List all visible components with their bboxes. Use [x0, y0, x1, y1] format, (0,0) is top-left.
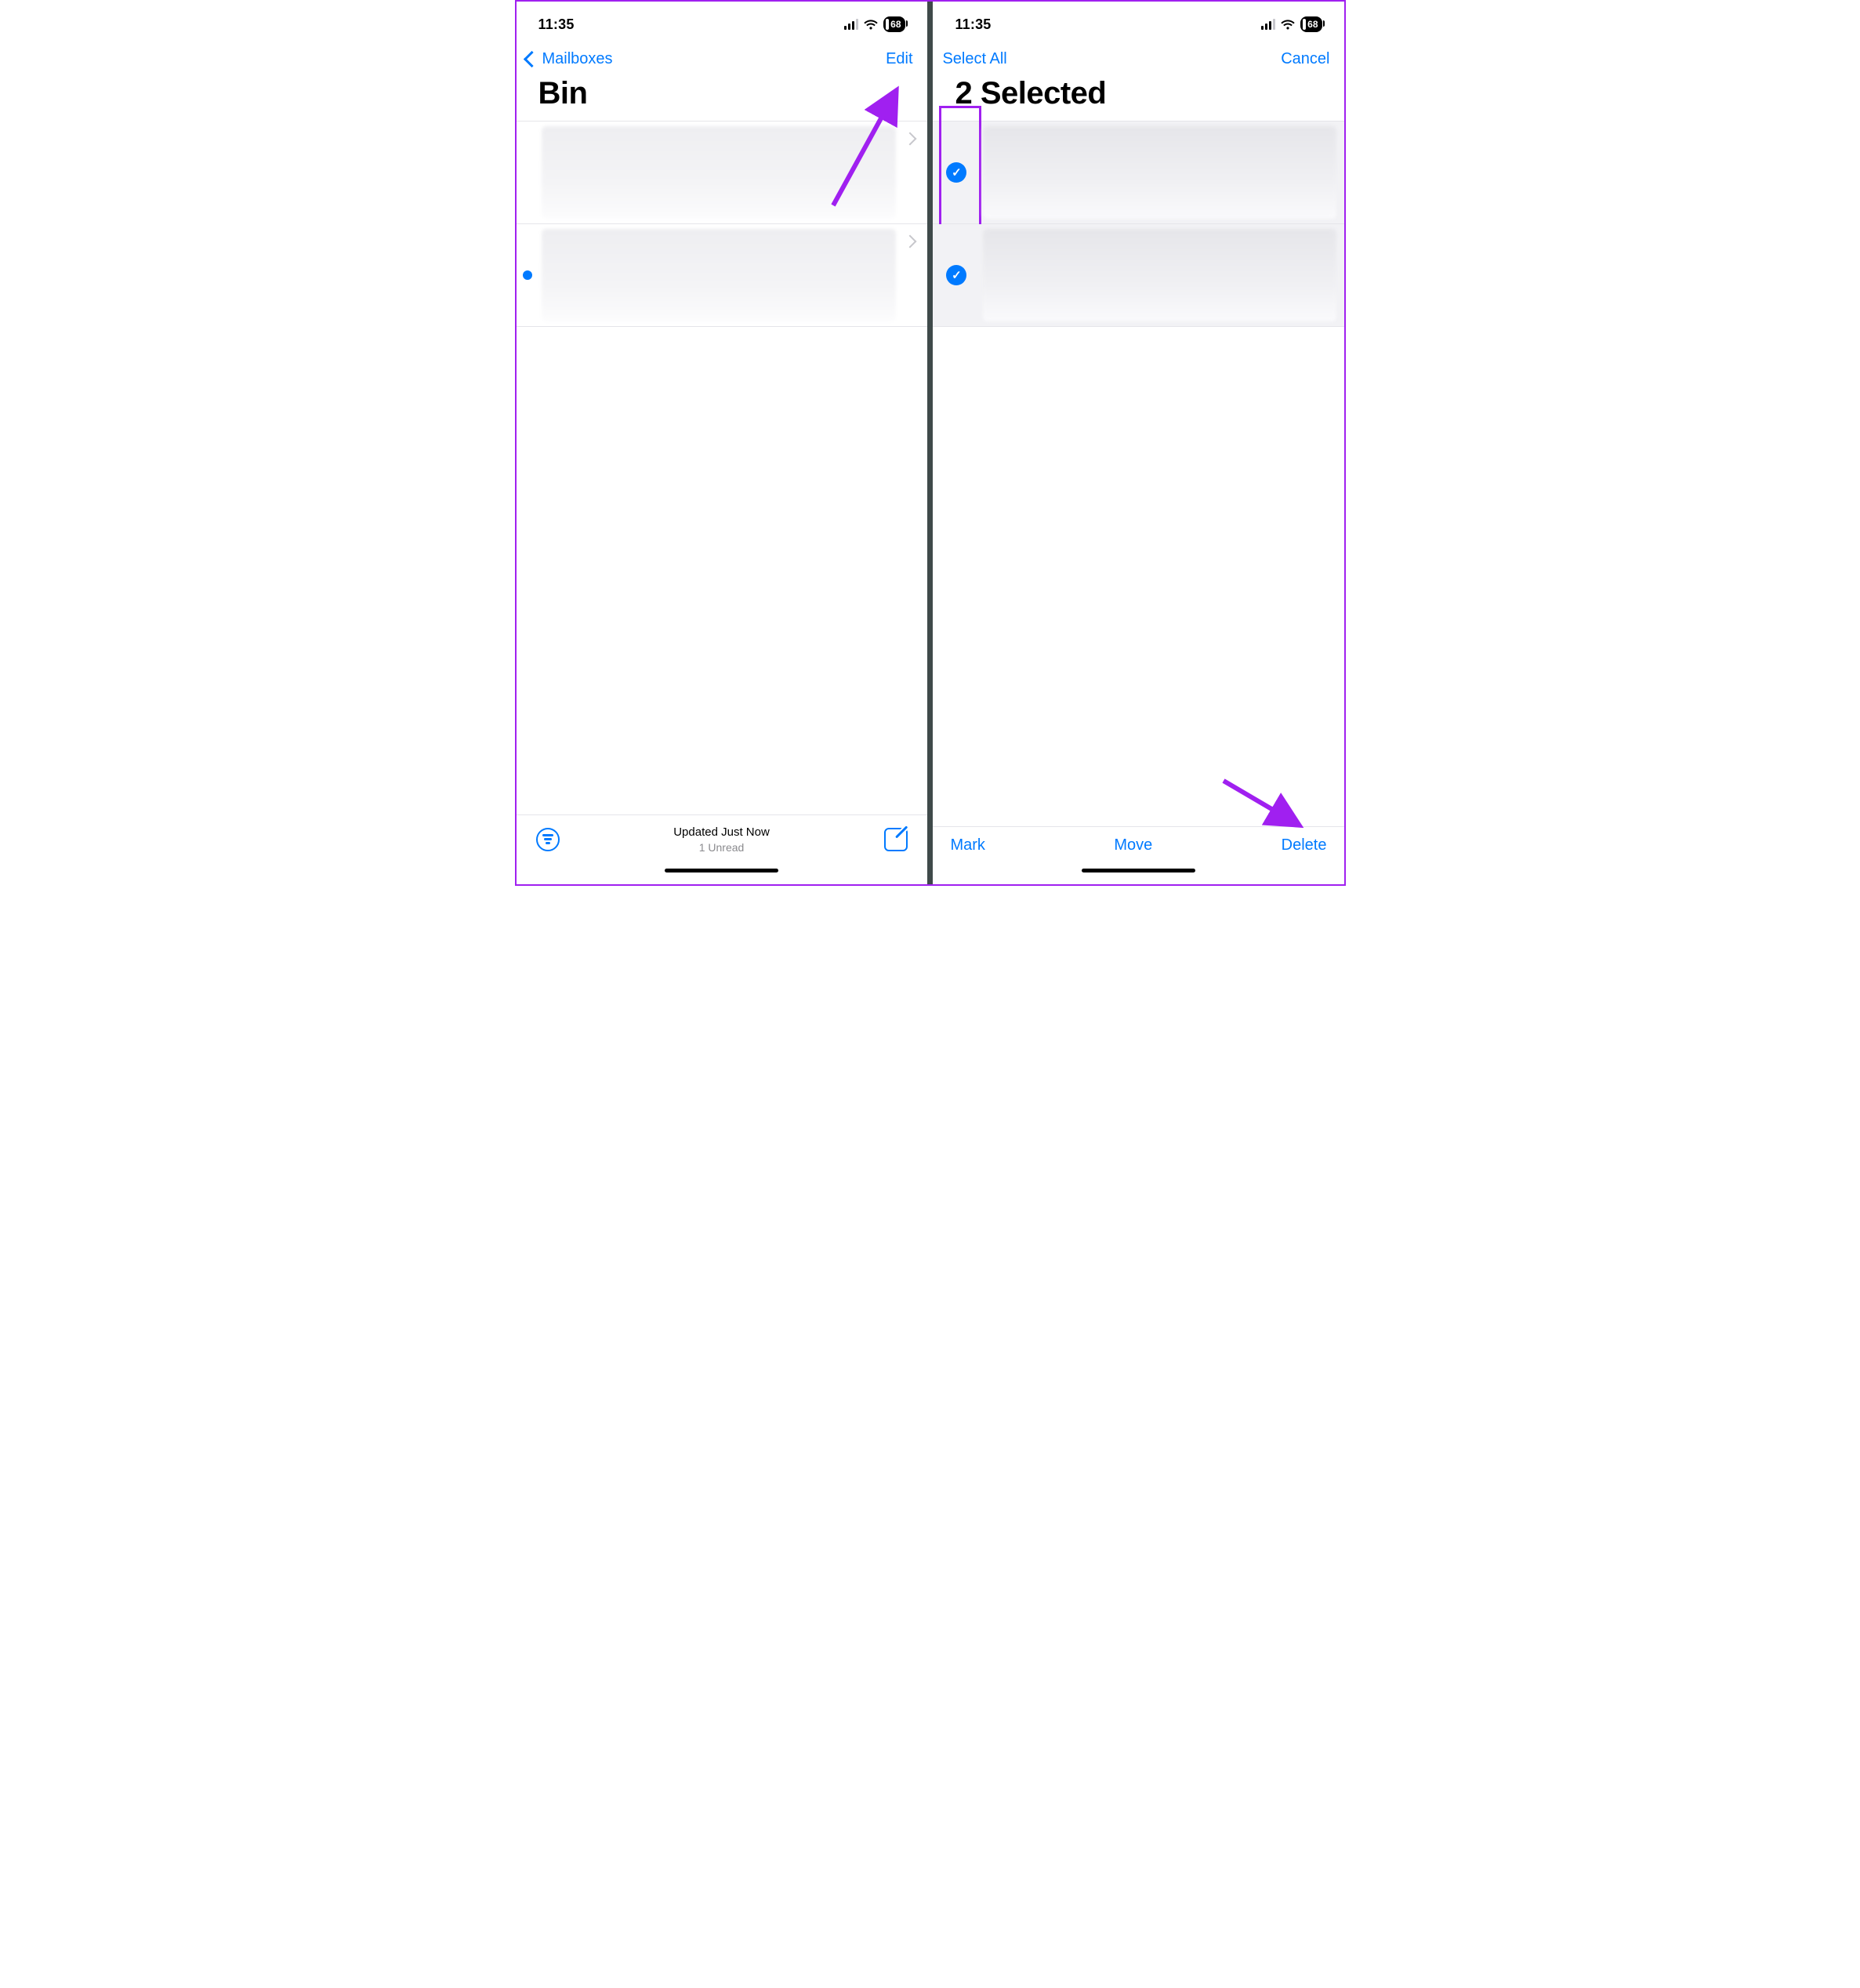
status-bar: 11:35 68	[517, 2, 927, 42]
chevron-right-icon	[903, 235, 916, 248]
list-item[interactable]: ✓	[933, 224, 1343, 327]
unread-indicator-slot	[517, 224, 538, 326]
list-item[interactable]: ✓	[933, 122, 1343, 224]
check-circle-icon: ✓	[946, 162, 966, 183]
unread-count: 1 Unread	[673, 840, 770, 854]
cancel-button[interactable]: Cancel	[1281, 50, 1329, 68]
status-time: 11:35	[538, 16, 575, 33]
mail-list	[517, 121, 927, 327]
compose-button[interactable]	[882, 825, 910, 854]
screen-divider	[927, 2, 934, 884]
select-all-button[interactable]: Select All	[942, 50, 1006, 68]
screen-bin: 11:35 68 Mailboxes Edit Bin	[517, 2, 927, 884]
list-item[interactable]	[517, 122, 927, 224]
nav-bar: Mailboxes Edit	[517, 42, 927, 71]
unread-indicator-slot	[517, 122, 538, 223]
cellular-icon	[844, 19, 858, 30]
home-indicator[interactable]	[517, 862, 927, 884]
battery-icon: 68	[883, 16, 905, 32]
nav-bar: Select All Cancel	[933, 42, 1343, 71]
battery-icon: 68	[1300, 16, 1322, 32]
bottom-toolbar: Mark Move Delete	[933, 826, 1343, 862]
back-label: Mailboxes	[542, 50, 613, 68]
chevron-left-icon	[523, 51, 539, 67]
compose-icon	[884, 828, 908, 851]
mail-list: ✓ ✓	[933, 121, 1343, 327]
wifi-icon	[863, 19, 879, 31]
comparison-container: 11:35 68 Mailboxes Edit Bin	[515, 0, 1346, 886]
spacer	[517, 327, 927, 814]
mail-preview-redacted	[983, 229, 1336, 321]
home-indicator[interactable]	[933, 862, 1343, 884]
delete-button[interactable]: Delete	[1282, 836, 1327, 854]
bottom-toolbar: Updated Just Now 1 Unread	[517, 814, 927, 862]
selection-column[interactable]: ✓	[933, 224, 980, 326]
mail-preview-redacted	[983, 126, 1336, 219]
page-title: 2 Selected	[933, 71, 1343, 121]
back-button[interactable]: Mailboxes	[526, 50, 613, 68]
updated-text: Updated Just Now	[673, 825, 770, 840]
mail-preview-redacted	[542, 126, 896, 219]
mail-preview-redacted	[542, 229, 896, 321]
mark-button[interactable]: Mark	[950, 836, 984, 854]
selection-column[interactable]: ✓	[933, 122, 980, 223]
wifi-icon	[1280, 19, 1296, 31]
check-circle-icon: ✓	[946, 265, 966, 285]
list-item[interactable]	[517, 224, 927, 327]
status-bar: 11:35 68	[933, 2, 1343, 42]
filter-button[interactable]	[534, 825, 562, 854]
sync-status: Updated Just Now 1 Unread	[673, 825, 770, 854]
spacer	[933, 327, 1343, 826]
status-icons: 68	[844, 16, 905, 32]
chevron-right-icon	[903, 132, 916, 146]
page-title: Bin	[517, 71, 927, 121]
status-icons: 68	[1261, 16, 1322, 32]
cellular-icon	[1261, 19, 1275, 30]
unread-dot-icon	[523, 270, 532, 280]
screen-selected: 11:35 68 Select All Cancel 2 Selected ✓	[933, 2, 1343, 884]
status-time: 11:35	[955, 16, 991, 33]
filter-icon	[536, 828, 560, 851]
edit-button[interactable]: Edit	[886, 50, 912, 68]
move-button[interactable]: Move	[1114, 836, 1152, 854]
